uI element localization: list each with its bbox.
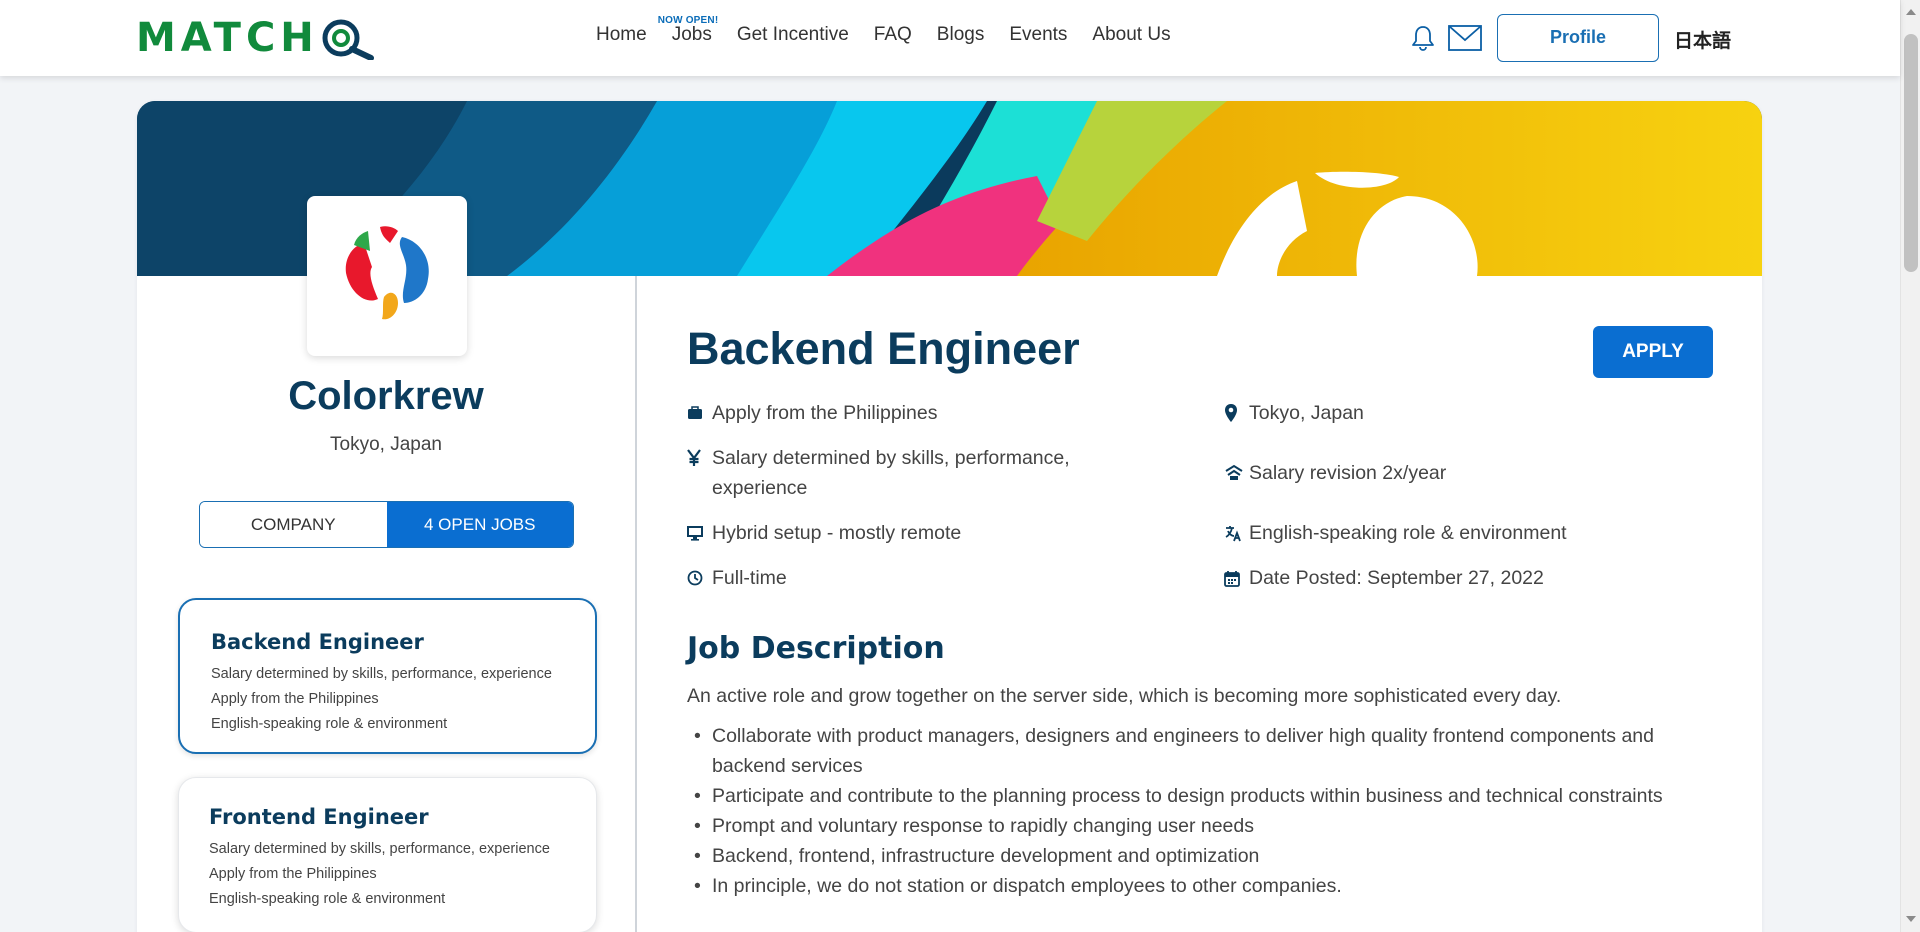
- top-header: MATCH Home NOW OPEN! Jobs Get Incentive …: [0, 0, 1900, 76]
- scrollbar-thumb[interactable]: [1904, 34, 1918, 272]
- job-card-apply-from: Apply from the Philippines: [209, 866, 377, 882]
- info-apply-from: Apply from the Philippines: [687, 398, 937, 428]
- bell-icon[interactable]: [1410, 24, 1436, 52]
- nav-blogs[interactable]: Blogs: [937, 24, 985, 46]
- tab-company[interactable]: COMPANY: [200, 502, 387, 547]
- job-card-frontend-engineer[interactable]: Frontend Engineer Salary determined by s…: [178, 777, 597, 932]
- nav-get-incentive[interactable]: Get Incentive: [737, 24, 849, 46]
- language-icon: [1225, 526, 1241, 542]
- job-card-salary: Salary determined by skills, performance…: [211, 666, 552, 682]
- nav-about-us[interactable]: About Us: [1092, 24, 1170, 46]
- salary-revision-icon: [1225, 464, 1243, 480]
- apply-button[interactable]: APPLY: [1593, 326, 1713, 378]
- page-scrollbar[interactable]: [1900, 0, 1920, 932]
- list-item: Participate and contribute to the planni…: [687, 781, 1727, 811]
- site-logo[interactable]: MATCH: [136, 15, 375, 61]
- nav-events[interactable]: Events: [1009, 24, 1067, 46]
- logo-text: MATCH: [136, 15, 319, 61]
- job-card-title: Backend Engineer: [211, 630, 424, 654]
- job-card-salary: Salary determined by skills, performance…: [209, 841, 550, 857]
- job-description-intro: An active role and grow together on the …: [687, 685, 1562, 707]
- list-item: Backend, frontend, infrastructure develo…: [687, 841, 1727, 871]
- monitor-icon: [687, 525, 703, 541]
- list-item: In principle, we do not station or dispa…: [687, 871, 1727, 901]
- briefcase-icon: [688, 406, 702, 419]
- info-location: Tokyo, Japan: [1224, 398, 1364, 428]
- calendar-icon: [1224, 570, 1240, 587]
- scroll-down-arrow-icon[interactable]: [1906, 916, 1916, 922]
- main-nav: Home NOW OPEN! Jobs Get Incentive FAQ Bl…: [596, 15, 1171, 46]
- job-card-backend-engineer[interactable]: Backend Engineer Salary determined by sk…: [178, 598, 597, 754]
- job-card-apply-from: Apply from the Philippines: [211, 691, 379, 707]
- list-item: Collaborate with product managers, desig…: [687, 721, 1727, 781]
- profile-button[interactable]: Profile: [1497, 14, 1659, 62]
- job-card-language: English-speaking role & environment: [211, 716, 448, 732]
- job-detail-card: Colorkrew Tokyo, Japan COMPANY 4 OPEN JO…: [137, 101, 1762, 932]
- clock-icon: [687, 570, 703, 586]
- info-setup: Hybrid setup - mostly remote: [687, 518, 961, 548]
- job-card-title: Frontend Engineer: [209, 805, 429, 829]
- mail-icon[interactable]: [1448, 25, 1482, 51]
- info-job-type: Full-time: [687, 563, 787, 593]
- info-language: English-speaking role & environment: [1224, 518, 1567, 548]
- map-pin-icon: [1225, 404, 1237, 422]
- scroll-up-arrow-icon[interactable]: [1906, 9, 1916, 15]
- now-open-badge: NOW OPEN!: [657, 15, 719, 26]
- info-date-posted: Date Posted: September 27, 2022: [1224, 563, 1544, 593]
- job-title: Backend Engineer: [687, 323, 1080, 374]
- company-logo: [307, 196, 467, 356]
- company-location: Tokyo, Japan: [330, 434, 442, 455]
- column-divider: [635, 276, 637, 932]
- nav-faq[interactable]: FAQ: [874, 24, 912, 46]
- nav-jobs[interactable]: NOW OPEN! Jobs: [658, 15, 718, 46]
- list-item: Prompt and voluntary response to rapidly…: [687, 811, 1727, 841]
- company-name: Colorkrew: [288, 374, 484, 418]
- logo-magnifier-icon: [322, 19, 374, 60]
- info-salary: Salary determined by skills, performance…: [687, 443, 1107, 503]
- company-tabs: COMPANY 4 OPEN JOBS: [199, 501, 574, 548]
- yen-icon: [687, 449, 701, 466]
- job-card-language: English-speaking role & environment: [209, 891, 446, 907]
- info-salary-revision: Salary revision 2x/year: [1224, 458, 1446, 488]
- nav-home[interactable]: Home: [596, 24, 647, 46]
- nav-jobs-label: Jobs: [671, 24, 712, 45]
- tab-open-jobs[interactable]: 4 OPEN JOBS: [386, 502, 573, 547]
- job-description-list: Collaborate with product managers, desig…: [687, 721, 1727, 901]
- job-description-title: Job Description: [687, 631, 945, 666]
- colorkrew-logo-icon: [345, 226, 429, 320]
- language-switch[interactable]: 日本語: [1674, 26, 1731, 53]
